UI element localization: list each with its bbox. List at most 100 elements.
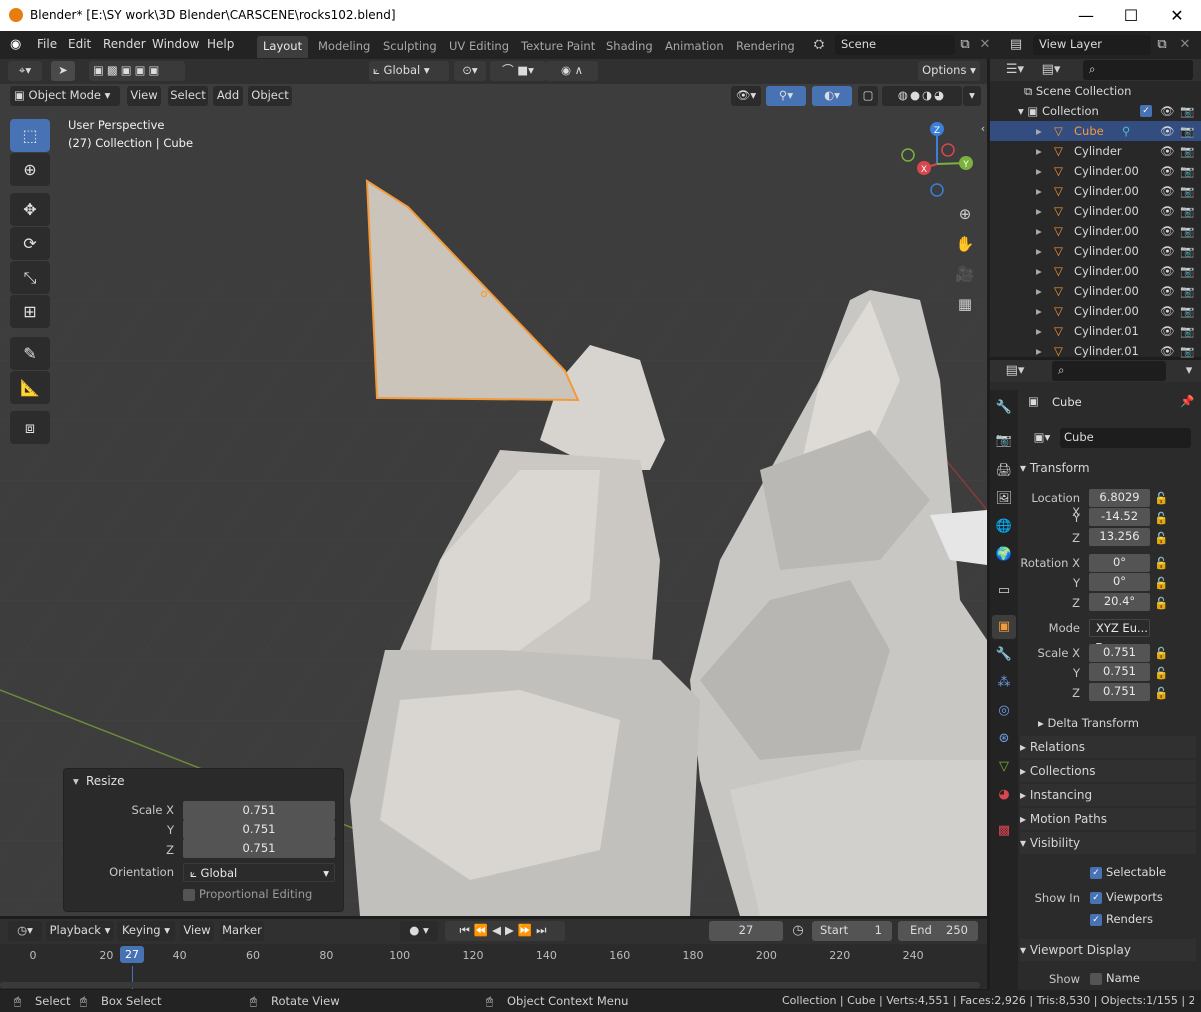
tab-sculpting[interactable]: Sculpting: [377, 36, 443, 58]
gizmo-toggle-icon[interactable]: ⚲▾: [766, 86, 806, 106]
lock-rotation-y-icon[interactable]: 🔓: [1154, 576, 1168, 590]
tab-texture-paint[interactable]: Texture Paint: [515, 36, 601, 58]
xray-icon[interactable]: ▢: [858, 86, 878, 106]
tab-shading[interactable]: Shading: [600, 36, 659, 58]
redo-scale-x-field[interactable]: 0.751: [183, 801, 335, 820]
eye-icon[interactable]: 👁: [1160, 161, 1175, 181]
timeline-frames[interactable]: 0 20 40 60 80 100 120 140 160 180 200 220 240 27: [0, 944, 987, 989]
expand-arrow-icon[interactable]: ▸: [1036, 261, 1042, 281]
eye-icon[interactable]: 👁: [1160, 201, 1175, 221]
material-tab-icon[interactable]: ◕: [992, 783, 1016, 807]
camera-icon[interactable]: 📷: [1180, 301, 1194, 321]
blender-menu-icon[interactable]: ◉: [10, 37, 21, 52]
object-name-field[interactable]: Cube: [1060, 428, 1191, 448]
location-x-field[interactable]: 6.8029: [1089, 489, 1150, 507]
rotation-y-field[interactable]: 0°: [1089, 573, 1150, 591]
scale-y-field[interactable]: 0.751: [1089, 663, 1150, 681]
collection-exclude-checkbox[interactable]: ✓: [1140, 105, 1152, 117]
instancing-header[interactable]: ▸ Instancing: [1020, 784, 1196, 806]
options-button[interactable]: Options ▾: [918, 61, 980, 81]
rotation-x-field[interactable]: 0°: [1089, 554, 1150, 572]
location-z-field[interactable]: 13.256: [1089, 528, 1150, 546]
expand-arrow-icon[interactable]: ▸: [1036, 241, 1042, 261]
new-scene-icon[interactable]: ⧉: [955, 35, 975, 55]
object-browse-icon[interactable]: ▣▾: [1028, 428, 1056, 448]
sidebar-toggle-icon[interactable]: ‹: [979, 119, 987, 139]
minimize-button[interactable]: —: [1063, 2, 1109, 29]
outliner-collection[interactable]: ▾ ▣ Collection ✓ 👁 📷: [990, 101, 1201, 121]
playback-menu[interactable]: Playback ▾: [46, 921, 114, 941]
marker-menu[interactable]: Marker: [220, 921, 264, 941]
selectable-checkbox[interactable]: ✓: [1090, 867, 1102, 879]
particles-tab-icon[interactable]: ⁂: [992, 671, 1016, 695]
expand-arrow-icon[interactable]: ▸: [1036, 301, 1042, 321]
outliner-item[interactable]: ▸ ▽ Cylinder.01 👁 📷: [990, 341, 1201, 361]
playhead-marker[interactable]: 27: [120, 946, 144, 963]
pivot-icon[interactable]: ⊙▾: [454, 61, 486, 81]
visibility-header[interactable]: ▾ Visibility: [1020, 832, 1196, 854]
outliner-item[interactable]: ▸ ▽ Cylinder.00 👁 📷: [990, 221, 1201, 241]
perspective-grid-icon[interactable]: ▦: [953, 294, 977, 314]
expand-arrow-icon[interactable]: ▸: [1036, 201, 1042, 221]
outliner-editor-icon[interactable]: ☰▾: [1002, 60, 1028, 80]
menu-window[interactable]: Window: [152, 37, 199, 51]
tab-uv-editing[interactable]: UV Editing: [443, 36, 515, 58]
orientation-dropdown[interactable]: ⟀ Global ▾: [369, 61, 449, 81]
lock-scale-z-icon[interactable]: 🔓: [1154, 686, 1168, 700]
outliner-item[interactable]: ▸ ▽ Cylinder.01 👁 📷: [990, 321, 1201, 341]
location-y-field[interactable]: -14.52: [1089, 508, 1150, 526]
properties-editor-icon[interactable]: ▤▾: [1002, 361, 1028, 381]
rotate-tool-icon[interactable]: ⟳: [10, 227, 50, 260]
redo-scale-y-field[interactable]: 0.751: [183, 820, 335, 839]
show-name-checkbox[interactable]: [1090, 973, 1102, 985]
output-tab-icon[interactable]: 🖨: [992, 459, 1016, 483]
eye-icon[interactable]: 👁: [1160, 221, 1175, 241]
expand-arrow-icon[interactable]: ▸: [1036, 221, 1042, 241]
lock-rotation-x-icon[interactable]: 🔓: [1154, 556, 1168, 570]
object-tab-icon[interactable]: ▣: [992, 615, 1016, 639]
modifier-tab-icon[interactable]: 🔧: [992, 643, 1016, 667]
move-tool-icon[interactable]: ✥: [10, 193, 50, 226]
menu-help[interactable]: Help: [207, 37, 234, 51]
shading-mode-icons[interactable]: ◍●◑◕: [882, 86, 962, 106]
proportional-edit-icon[interactable]: ◉ ∧: [546, 61, 598, 81]
current-frame-field[interactable]: 27: [709, 921, 783, 941]
redo-scale-z-field[interactable]: 0.751: [183, 839, 335, 858]
scale-z-field[interactable]: 0.751: [1089, 683, 1150, 701]
close-button[interactable]: ✕: [1154, 2, 1200, 29]
renders-checkbox[interactable]: ✓: [1090, 914, 1102, 926]
selection-mode-icons[interactable]: ▣▩▣▣▣: [89, 61, 185, 81]
tab-rendering[interactable]: Rendering: [730, 36, 801, 58]
tool-tab-icon[interactable]: 🔧: [992, 396, 1016, 420]
annotate-tool-icon[interactable]: ✎: [10, 337, 50, 370]
editor-type-icon[interactable]: ⌖▾: [8, 61, 42, 81]
eye-icon[interactable]: 👁: [1160, 121, 1175, 141]
transform-panel-header[interactable]: ▾ Transform: [1020, 457, 1196, 479]
mode-dropdown[interactable]: ▣ Object Mode ▾: [10, 86, 120, 106]
zoom-icon[interactable]: ⊕: [953, 204, 977, 224]
menu-object[interactable]: Object: [248, 86, 292, 106]
camera-view-icon[interactable]: 🎥: [953, 264, 977, 284]
physics-tab-icon[interactable]: ◎: [992, 699, 1016, 723]
redo-orientation-dropdown[interactable]: ⟀ Global ▾: [183, 863, 335, 882]
rotation-mode-dropdown[interactable]: XYZ Eu... ▾: [1089, 619, 1150, 652]
keying-menu[interactable]: Keying ▾: [117, 921, 175, 941]
expand-arrow-icon[interactable]: ▸: [1036, 341, 1042, 361]
outliner-item[interactable]: ▸ ▽ Cylinder.00 👁 📷: [990, 201, 1201, 221]
expand-arrow-icon[interactable]: ▸: [1036, 321, 1042, 341]
viewport-display-header[interactable]: ▾ Viewport Display: [1020, 939, 1196, 961]
render-tab-icon[interactable]: 📷: [992, 429, 1016, 453]
menu-add[interactable]: Add: [213, 86, 243, 106]
motion-paths-header[interactable]: ▸ Motion Paths: [1020, 808, 1196, 830]
outliner-item[interactable]: ▸ ▽ Cylinder.00 👁 📷: [990, 261, 1201, 281]
timeline-scrollbar[interactable]: [0, 982, 980, 988]
camera-icon[interactable]: 📷: [1180, 221, 1194, 241]
eye-icon[interactable]: 👁: [1160, 341, 1175, 361]
properties-search[interactable]: ⌕: [1052, 361, 1166, 381]
cursor-tool-icon[interactable]: ⊕: [10, 153, 50, 186]
delta-transform-header[interactable]: ▸ Delta Transform: [1020, 712, 1196, 734]
menu-file[interactable]: File: [37, 37, 57, 51]
collection-camera-icon[interactable]: 📷: [1180, 101, 1194, 121]
camera-icon[interactable]: 📷: [1180, 201, 1194, 221]
camera-icon[interactable]: 📷: [1180, 281, 1194, 301]
